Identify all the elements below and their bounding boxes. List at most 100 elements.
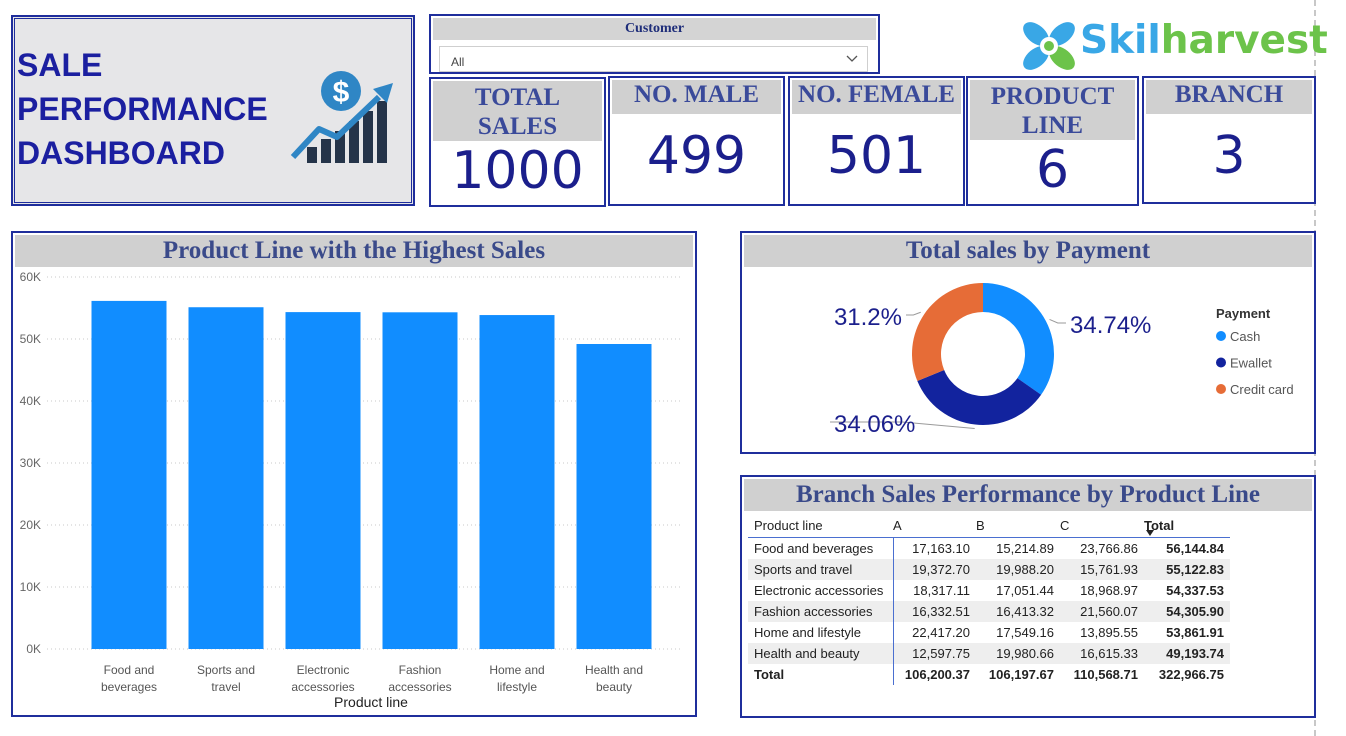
customer-dropdown[interactable]: All (439, 46, 868, 72)
bar[interactable] (91, 300, 167, 649)
kpi-value: 499 (646, 126, 747, 186)
x-tick-label: Fashion (399, 663, 442, 677)
kpi-label: BRANCH (1146, 80, 1312, 114)
bar-chart-title: Product Line with the Highest Sales (15, 235, 693, 267)
kpi-value: 501 (826, 126, 927, 186)
x-tick-label: Home and (489, 663, 544, 677)
table-cell: 12,597.75 (893, 643, 976, 664)
chevron-down-icon (846, 55, 858, 62)
table-row: Fashion accessories 16,332.51 16,413.32 21,… (748, 601, 1230, 622)
legend-item[interactable]: Cash (1230, 329, 1260, 344)
donut-slice[interactable] (983, 283, 1054, 395)
kpi-value: 6 (1035, 140, 1070, 200)
legend-item[interactable]: Credit card (1230, 382, 1294, 397)
table-cell: 17,163.10 (912, 541, 970, 556)
kpi-label: TOTAL SALES (433, 81, 602, 141)
growth-chart-icon: $ (290, 71, 393, 163)
sort-descending-icon (1146, 530, 1154, 536)
donut-slice[interactable] (912, 283, 983, 381)
table-cell: 19,980.66 (976, 643, 1060, 664)
table-cell: 53,861.91 (1166, 625, 1224, 640)
table-cell: 106,197.67 (988, 667, 1054, 682)
logo-wordmark: Skilharvest (1080, 18, 1328, 63)
column-header-total[interactable]: Total (1144, 513, 1230, 538)
legend-title: Payment (1216, 306, 1271, 321)
table-cell: Sports and travel (748, 559, 894, 580)
x-tick-label: accessories (388, 680, 451, 694)
table-cell: 18,317.11 (913, 583, 970, 598)
x-tick-label: beauty (596, 680, 632, 694)
bar[interactable] (576, 343, 652, 649)
x-tick-label: Electronic (297, 663, 350, 677)
legend-item[interactable]: Ewallet (1230, 356, 1272, 371)
y-tick-label: 20K (20, 518, 41, 532)
slicer-label: Customer (433, 18, 876, 40)
table-cell: 18,968.97 (1080, 583, 1138, 598)
table-row: Home and lifestyle 22,417.20 17,549.16 13,8… (748, 622, 1230, 643)
svg-text:$: $ (333, 76, 350, 109)
kpi-total-sales: TOTAL SALES 1000 (429, 77, 606, 207)
legend-marker (1216, 331, 1226, 341)
column-header[interactable]: Product line (748, 513, 893, 538)
title-card: SALE PERFORMANCE DASHBOARD $ (11, 15, 415, 206)
bar-chart: 0K 10K 20K 30K 40K 50K 60K Food and beverages Spo… (20, 270, 681, 710)
slice-value-label: 34.74% (1070, 312, 1151, 339)
kpi-label: NO. MALE (612, 80, 781, 114)
payment-donut-chart: 34.74% 34.06% 31.2% Payment Cash Ewallet Credi… (830, 283, 1294, 438)
table-cell: 54,337.53 (1166, 583, 1224, 598)
bar[interactable] (479, 315, 555, 649)
x-tick-label: Sports and (197, 663, 255, 677)
column-header[interactable]: C (1060, 513, 1144, 538)
table-cell: 106,200.37 (904, 667, 970, 682)
x-axis-title: Product line (334, 694, 408, 710)
table-row: Food and beverages 17,163.10 15,214.89 23,7… (748, 537, 1230, 559)
bar[interactable] (285, 312, 361, 649)
y-tick-label: 10K (20, 580, 41, 594)
kpi-no-male: NO. MALE 499 (608, 76, 785, 206)
table-cell: 55,122.83 (1144, 559, 1230, 580)
x-tick-label: Health and (585, 663, 643, 677)
y-tick-label: 0K (26, 642, 41, 656)
table-cell: 16,615.33 (1060, 643, 1144, 664)
bar[interactable] (188, 307, 264, 649)
legend-marker (1216, 384, 1226, 394)
payment-chart-panel: Total sales by Payment 34.74% 34.06% 31.2%… (740, 231, 1316, 454)
bar-chart-panel: Product Line with the Highest Sales 0K 10… (11, 231, 697, 717)
table-cell: Fashion accessories (748, 601, 894, 622)
dashboard-title: SALE PERFORMANCE DASHBOARD (17, 47, 268, 171)
table-cell: 22,417.20 (912, 625, 970, 640)
y-tick-label: 30K (20, 456, 41, 470)
y-tick-label: 60K (20, 270, 41, 284)
column-header[interactable]: A (893, 513, 976, 538)
table-cell: 15,761.93 (1060, 559, 1144, 580)
table-cell: Electronic accessories (748, 580, 894, 601)
y-tick-label: 40K (20, 394, 41, 408)
table-cell: 54,305.90 (1144, 601, 1230, 622)
table-cell: Home and lifestyle (748, 622, 894, 643)
table-row: Health and beauty 12,597.75 19,980.66 16,61… (748, 643, 1230, 664)
kpi-label: PRODUCT LINE (970, 80, 1135, 140)
table-cell: 19,988.20 (976, 559, 1060, 580)
x-tick-label: Food and (104, 663, 155, 677)
x-tick-label: beverages (101, 680, 157, 694)
table-cell: 16,413.32 (976, 601, 1060, 622)
table-cell: 13,895.55 (1080, 625, 1138, 640)
table-cell: 17,549.16 (996, 625, 1054, 640)
table-row: Electronic accessories 18,317.11 17,051.44… (748, 580, 1230, 601)
bar[interactable] (382, 312, 458, 649)
kpi-label: NO. FEMALE (792, 80, 961, 114)
brand-logo: Skilharvest (1018, 18, 1328, 74)
kpi-product-line: PRODUCT LINE 6 (966, 76, 1139, 206)
table-cell: Health and beauty (748, 643, 894, 664)
column-header[interactable]: B (976, 513, 1060, 538)
table-cell: 322,966.75 (1158, 667, 1224, 682)
table-cell: Total (748, 664, 894, 685)
branch-table-title: Branch Sales Performance by Product Line (744, 479, 1312, 511)
x-tick-label: lifestyle (497, 680, 537, 694)
logo-suffix: harvest (1160, 18, 1328, 63)
branch-sales-table: Product line A B C Total Food and bevera… (748, 513, 1230, 685)
customer-slicer: Customer All (429, 14, 880, 74)
table-row: Sports and travel 19,372.70 19,988.20 15,76… (748, 559, 1230, 580)
legend-marker (1216, 357, 1226, 368)
table-cell: 56,144.84 (1166, 541, 1224, 556)
